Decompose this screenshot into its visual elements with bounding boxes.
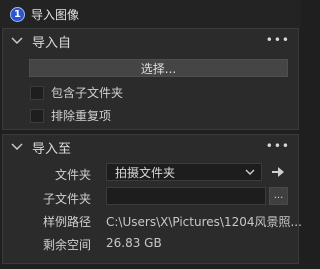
import-to-header[interactable]: 导入至 •••: [3, 135, 298, 159]
sample-path-value: C:\Users\X\Pictures\1204风景照...: [106, 215, 302, 229]
select-source-button[interactable]: 选择...: [29, 59, 288, 77]
sample-path-label: 样例路径: [42, 215, 91, 229]
browse-button[interactable]: ...: [269, 187, 288, 205]
import-from-panel: 导入自 ••• 选择... 包含子文件夹 排除重复项: [2, 28, 299, 130]
import-to-title: 导入至: [32, 141, 72, 157]
exclude-duplicates-checkbox[interactable]: [30, 108, 44, 123]
arrow-right-icon[interactable]: [269, 163, 287, 181]
import-from-title: 导入自: [32, 35, 72, 51]
chevron-down-icon[interactable]: [10, 34, 24, 48]
folder-dropdown-value: 拍摄文件夹: [115, 165, 176, 180]
subfolder-input[interactable]: [106, 187, 266, 205]
exclude-duplicates-label: 排除重复项: [51, 109, 112, 123]
window-title: 导入图像: [31, 7, 80, 22]
include-subfolders-label: 包含子文件夹: [51, 86, 124, 100]
chevron-down-icon[interactable]: [10, 140, 24, 154]
import-from-header[interactable]: 导入自 •••: [3, 29, 298, 53]
free-space-value: 26.83 GB: [106, 236, 162, 250]
folder-dropdown[interactable]: 拍摄文件夹: [106, 163, 262, 181]
exclude-duplicates-row[interactable]: 排除重复项: [30, 107, 111, 124]
import-to-panel: 导入至 ••• 文件夹 拍摄文件夹 子文件夹 ... 样例路径 C:\Users…: [2, 134, 302, 264]
more-icon[interactable]: •••: [266, 140, 290, 152]
free-space-label: 剩余空间: [42, 238, 91, 252]
include-subfolders-checkbox[interactable]: [30, 85, 44, 100]
more-icon[interactable]: •••: [266, 34, 290, 46]
caret-down-icon: [245, 166, 255, 181]
include-subfolders-row[interactable]: 包含子文件夹: [30, 84, 123, 101]
title-bar: 1 导入图像: [0, 0, 301, 28]
app-icon: 1: [10, 6, 25, 22]
subfolder-label: 子文件夹: [42, 192, 91, 206]
folder-label: 文件夹: [54, 168, 91, 182]
